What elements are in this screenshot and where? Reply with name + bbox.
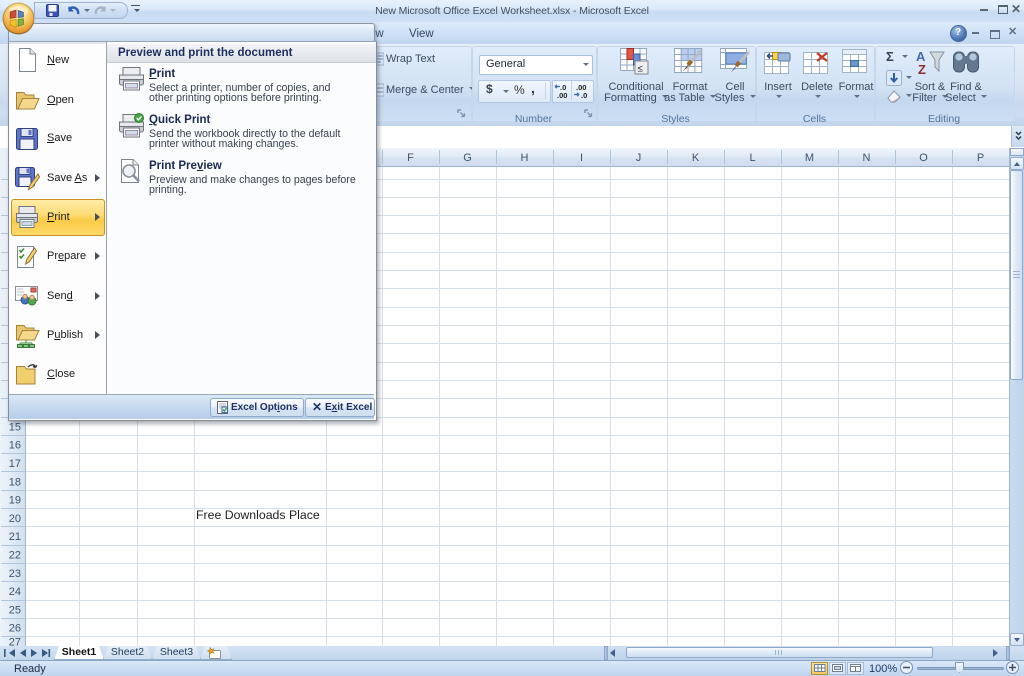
svg-text:F: F (407, 152, 414, 164)
svg-text:18: 18 (9, 476, 21, 488)
svg-text:.00: .00 (557, 91, 567, 99)
svg-text:G: G (463, 152, 472, 164)
svg-text:K: K (692, 152, 700, 164)
svg-text:21: 21 (9, 531, 21, 543)
svg-text:23: 23 (9, 568, 21, 580)
svg-text:I: I (580, 152, 583, 164)
svg-text:J: J (636, 152, 642, 164)
svg-text:17: 17 (9, 458, 21, 470)
svg-text:P: P (977, 152, 984, 164)
svg-text:24: 24 (9, 586, 21, 598)
svg-text:22: 22 (9, 550, 21, 562)
svg-text:16: 16 (9, 440, 21, 452)
svg-text:19: 19 (9, 495, 21, 507)
svg-text:27: 27 (9, 637, 21, 647)
svg-text:M: M (805, 152, 814, 164)
svg-text:20: 20 (9, 513, 21, 525)
svg-text:O: O (919, 152, 928, 164)
svg-text:25: 25 (9, 604, 21, 616)
svg-text:N: N (863, 152, 871, 164)
svg-text:15: 15 (9, 421, 21, 433)
svg-text:Free Downloads Place: Free Downloads Place (196, 508, 320, 522)
svg-text:L: L (749, 152, 755, 164)
svg-text:26: 26 (9, 623, 21, 635)
svg-text:H: H (521, 152, 529, 164)
svg-text:.0: .0 (581, 91, 587, 99)
